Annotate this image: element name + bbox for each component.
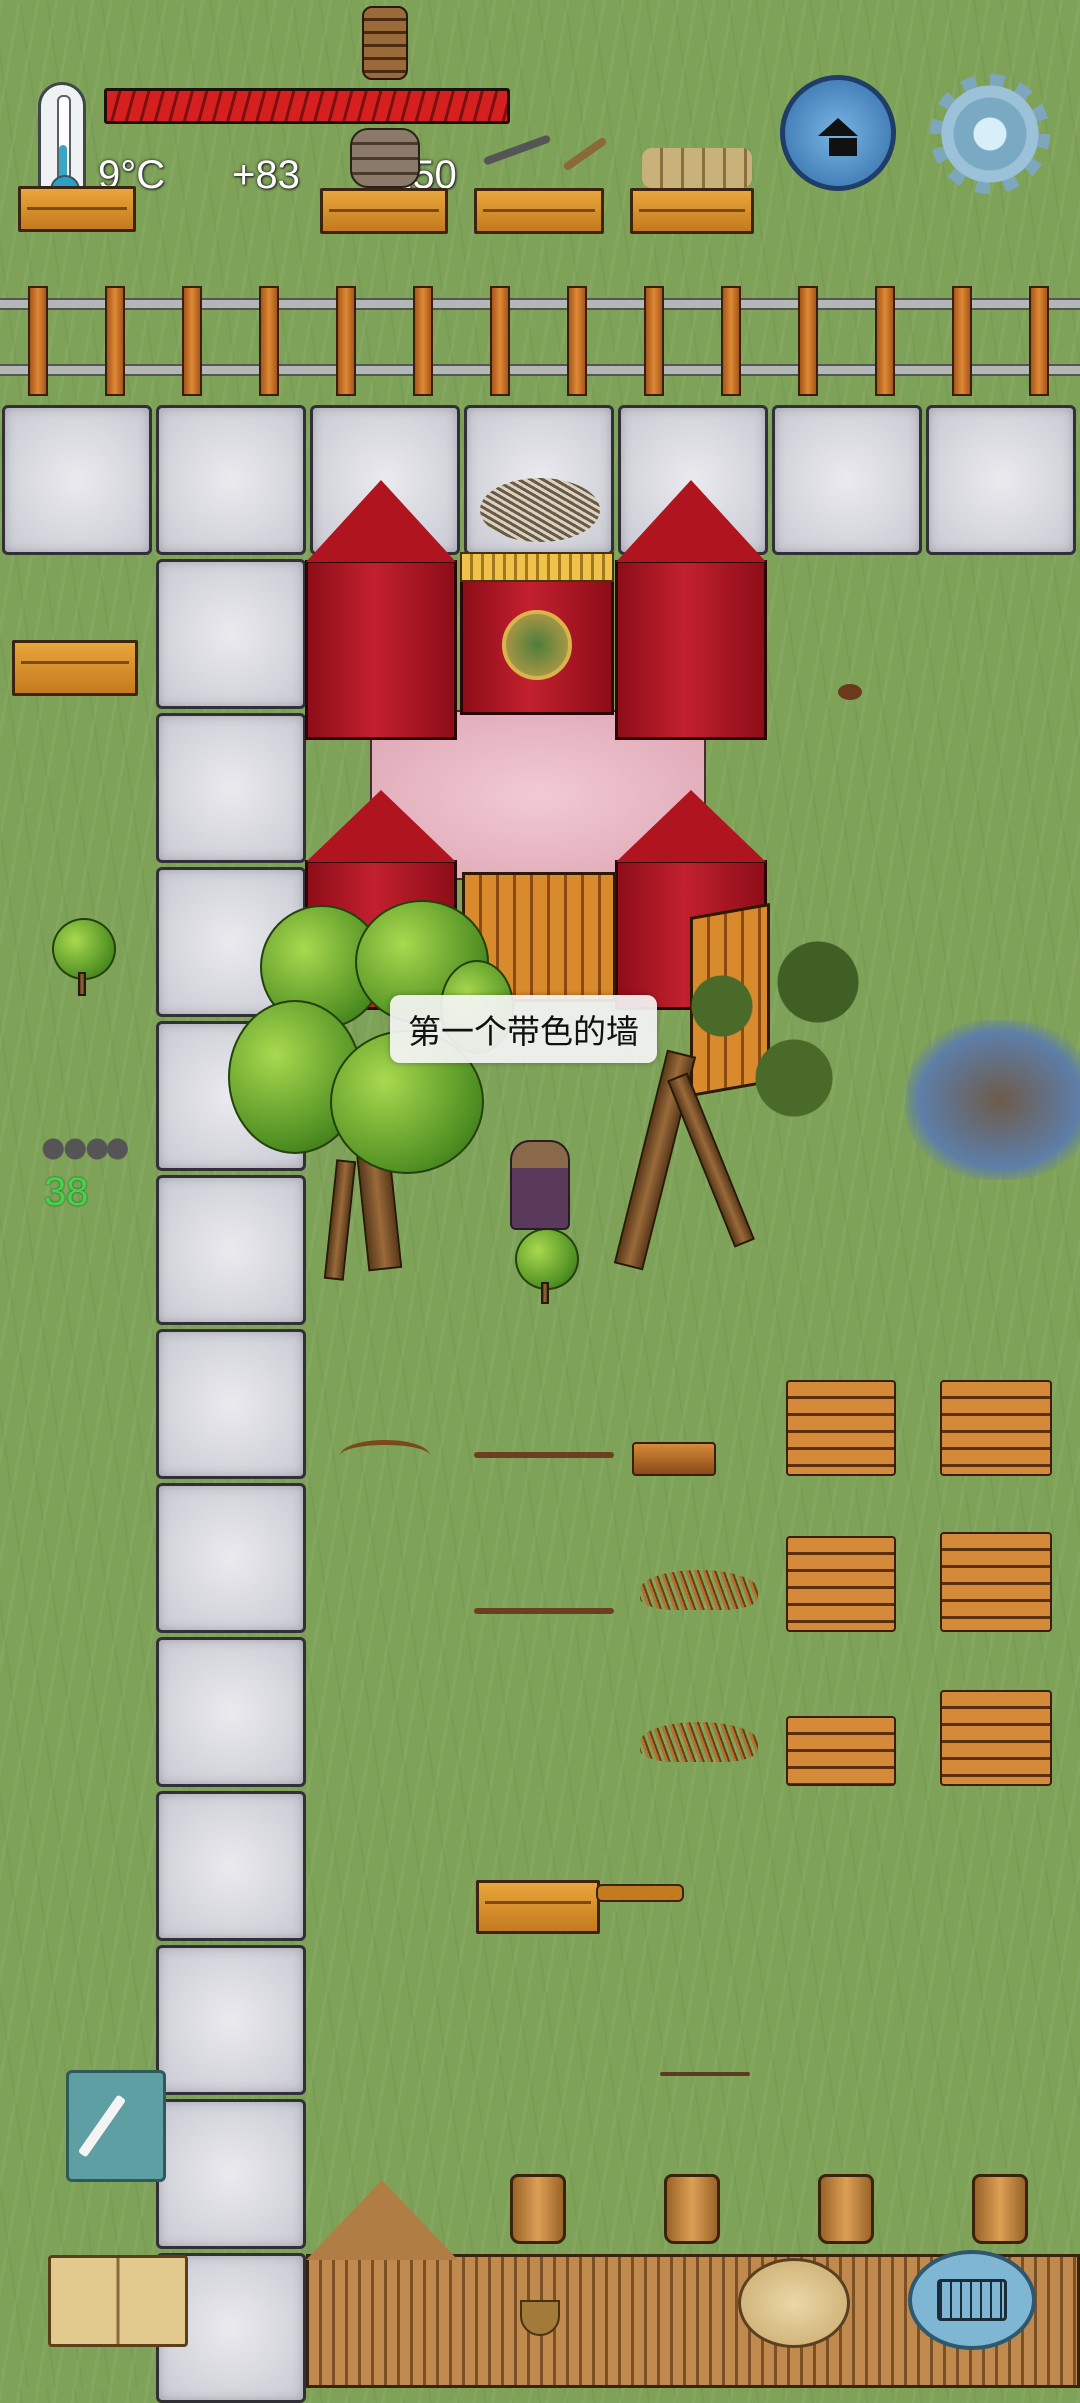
stone-road-tile[interactable]: [156, 1483, 306, 1633]
pencil-icon: [77, 2094, 127, 2158]
railway-tie: [875, 286, 895, 396]
thin-stick[interactable]: [660, 2072, 750, 2076]
emote-potato-icon[interactable]: [738, 2258, 850, 2348]
red-wall-roof: [306, 480, 456, 562]
railway-tie: [644, 286, 664, 396]
small-seed[interactable]: [838, 684, 862, 700]
sack-bundle: [642, 148, 752, 188]
railway-tie: [105, 286, 125, 396]
pickaxe-icon: [482, 134, 552, 166]
stone-road-tile[interactable]: [156, 1637, 306, 1787]
rail-top: [0, 298, 1080, 310]
pebble-count: 38: [44, 1170, 89, 1214]
hut-roof: [306, 2180, 458, 2260]
stone-road-tile[interactable]: [156, 1329, 306, 1479]
railway-tie: [1029, 286, 1049, 396]
note-button[interactable]: [66, 2070, 166, 2182]
juniper-foliage[interactable]: [650, 910, 890, 1150]
barrel[interactable]: [818, 2174, 874, 2244]
crate-with-stones[interactable]: [320, 188, 448, 234]
player-character[interactable]: [510, 1140, 570, 1230]
wall-name-label: 第一个带色的墙: [390, 995, 657, 1063]
railway-tie: [413, 286, 433, 396]
stone-road-tile[interactable]: [156, 2099, 306, 2249]
stone-road-tile[interactable]: [156, 559, 306, 709]
tree-trunk: [323, 1159, 357, 1281]
branch[interactable]: [474, 1608, 614, 1614]
firewood-stack[interactable]: [786, 1536, 896, 1632]
settings-gear-icon[interactable]: [930, 74, 1050, 194]
barrel[interactable]: [510, 2174, 566, 2244]
barrel[interactable]: [664, 2174, 720, 2244]
railway-tie: [182, 286, 202, 396]
rail-bottom: [0, 364, 1080, 376]
stone-road-tile[interactable]: [156, 405, 306, 555]
berry-bush[interactable]: [52, 918, 116, 980]
bush-stem: [541, 1282, 549, 1304]
stone-road-tile[interactable]: [156, 713, 306, 863]
crate-with-tools[interactable]: [474, 188, 604, 234]
stone-road-tile[interactable]: [926, 405, 1076, 555]
shovel-icon: [562, 136, 608, 172]
firewood-stack[interactable]: [786, 1380, 896, 1476]
railway-tie: [721, 286, 741, 396]
tech-tree-book-icon[interactable]: [48, 2255, 188, 2347]
bird-nest[interactable]: [480, 478, 600, 542]
chat-button[interactable]: [908, 2250, 1036, 2350]
pebble-pile[interactable]: [40, 1136, 128, 1162]
red-wall-left-back[interactable]: [305, 560, 457, 740]
mud-pond: [905, 1020, 1080, 1180]
red-wall-right-back[interactable]: [615, 560, 767, 740]
stone-road-tile[interactable]: [156, 1791, 306, 1941]
red-wall-roof: [306, 790, 456, 862]
berry-bush[interactable]: [515, 1228, 579, 1290]
red-wall-roof: [616, 790, 766, 862]
firewood-stack[interactable]: [786, 1716, 896, 1786]
railway-tie: [567, 286, 587, 396]
stone-road-tile[interactable]: [156, 1175, 306, 1325]
home-icon: [818, 118, 858, 136]
straw-pile[interactable]: [640, 1722, 758, 1762]
health-bar: [104, 88, 510, 124]
stone-road-tile[interactable]: [772, 405, 922, 555]
railway-tie: [798, 286, 818, 396]
barrel[interactable]: [972, 2174, 1028, 2244]
stone-stack[interactable]: [350, 128, 420, 188]
railway-tie: [336, 286, 356, 396]
crate[interactable]: [18, 186, 136, 232]
stone-road-tile[interactable]: [156, 1945, 306, 2095]
gate-emblem-icon: [502, 610, 572, 680]
firewood-stack[interactable]: [940, 1532, 1052, 1632]
bush-stem: [78, 972, 86, 996]
bow-drill[interactable]: [340, 1440, 430, 1471]
keyboard-icon: [937, 2279, 1007, 2321]
firewood-stack[interactable]: [940, 1380, 1052, 1476]
stone-road-tile[interactable]: [2, 405, 152, 555]
kindling-pile[interactable]: [632, 1442, 716, 1476]
home-button[interactable]: [780, 75, 896, 191]
railway-tie: [259, 286, 279, 396]
gate-trim: [460, 552, 614, 582]
branch[interactable]: [474, 1452, 614, 1458]
firewood-stack[interactable]: [940, 1690, 1052, 1786]
straw-pile[interactable]: [640, 1570, 758, 1610]
red-wall-roof: [616, 480, 766, 562]
railway-tie: [952, 286, 972, 396]
railway-tie: [490, 286, 510, 396]
railway-tie: [28, 286, 48, 396]
wooden-box[interactable]: [12, 640, 138, 696]
handcart-handle: [596, 1884, 684, 1902]
handcart[interactable]: [476, 1880, 600, 1934]
food-bonus-readout: +83: [232, 153, 300, 197]
log-stack[interactable]: [362, 6, 408, 80]
crate-with-sacks[interactable]: [630, 188, 754, 234]
